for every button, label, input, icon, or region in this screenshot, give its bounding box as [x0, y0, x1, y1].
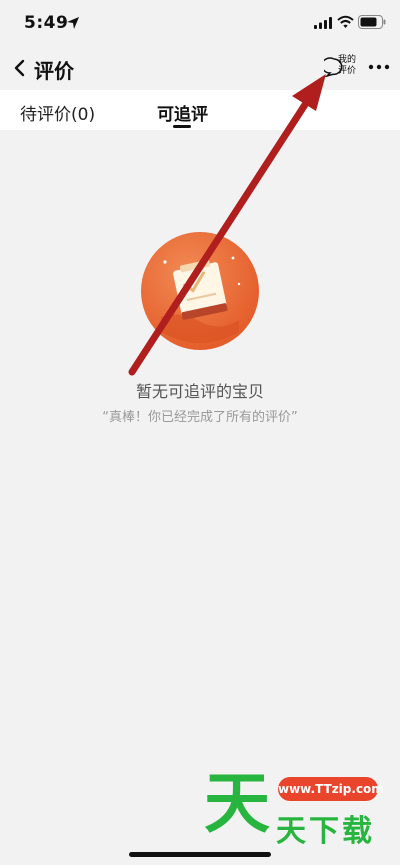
nav-bar: 评价 我的 评价: [0, 46, 400, 90]
empty-state-subtitle: “真棒！你已经完成了所有的评价”: [102, 410, 298, 425]
location-arrow-icon: [67, 17, 79, 29]
watermark-url: www.TTzip.com: [278, 777, 384, 801]
watermark-logo: 天: [204, 765, 270, 842]
tab-bar: 待评价(0) 可追评: [0, 90, 400, 130]
tab-pending-review[interactable]: 待评价(0): [20, 100, 95, 125]
watermark-text: 天下载: [276, 814, 375, 849]
status-time: 5:49: [24, 13, 69, 33]
empty-review-illustration: [141, 232, 259, 350]
home-indicator: [129, 852, 271, 857]
page-title: 评价: [34, 59, 74, 83]
back-chevron-icon[interactable]: [10, 56, 32, 80]
tab-selected-indicator: [173, 125, 191, 128]
empty-state-title: 暂无可追评的宝贝: [135, 382, 264, 401]
wifi-icon: [337, 15, 354, 28]
tab-follow-up-review[interactable]: 可追评: [157, 100, 208, 125]
my-review-button[interactable]: 我的 评价: [324, 55, 358, 85]
my-review-label: 我的 评价: [337, 55, 356, 76]
site-watermark: 天 www.TTzip.com 天下载: [200, 765, 400, 850]
cellular-signal-icon: [314, 17, 332, 29]
more-options-icon[interactable]: [368, 63, 390, 71]
battery-icon: [358, 15, 386, 29]
status-bar: 5:49: [0, 0, 400, 46]
